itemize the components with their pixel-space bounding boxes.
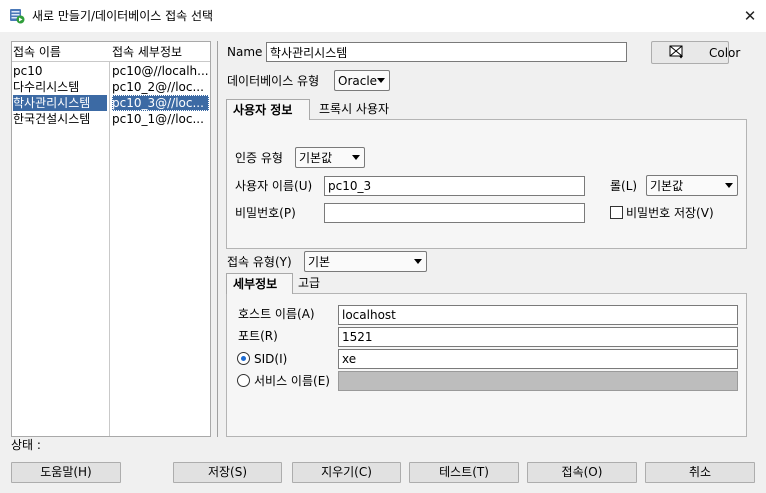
connection-list[interactable]: 접속 이름 접속 세부정보 pc10 pc10@//localh... 다수리시스템…	[11, 41, 211, 437]
help-button[interactable]: 도움말(H)	[11, 462, 121, 483]
password-label: 비밀번호(P)	[235, 206, 296, 220]
db-type-label: 데이터베이스 유형	[227, 74, 320, 88]
role-select[interactable]: 기본값	[646, 175, 738, 196]
column-header-name[interactable]: 접속 이름	[13, 44, 61, 60]
chevron-down-icon	[352, 155, 360, 160]
host-input[interactable]	[338, 305, 738, 325]
connection-name[interactable]: 학사관리시스템	[13, 95, 107, 111]
sid-radio[interactable]	[237, 352, 250, 365]
service-name-input	[338, 371, 738, 391]
auth-type-label: 인증 유형	[235, 151, 283, 165]
cancel-button[interactable]: 취소	[645, 462, 755, 483]
list-item[interactable]: pc10 pc10@//localh...	[12, 63, 210, 79]
connection-name[interactable]: 다수리시스템	[13, 79, 107, 95]
connection-type-select[interactable]: 기본	[304, 251, 427, 272]
connection-details[interactable]: pc10@//localh...	[112, 63, 209, 79]
connection-details[interactable]: pc10_1@//loc...	[112, 111, 209, 127]
connection-type-label: 접속 유형(Y)	[227, 255, 292, 269]
tab-details[interactable]: 세부정보	[226, 273, 293, 294]
test-button[interactable]: 테스트(T)	[409, 462, 519, 483]
service-name-label[interactable]: 서비스 이름(E)	[254, 373, 330, 389]
host-label: 호스트 이름(A)	[238, 307, 315, 321]
tab-proxy-user[interactable]: 프록시 사용자	[313, 99, 395, 121]
db-type-select[interactable]: Oracle	[334, 70, 390, 91]
column-header-details[interactable]: 접속 세부정보	[112, 44, 182, 60]
window-title: 새로 만들기/데이터베이스 접속 선택	[32, 9, 214, 23]
list-item[interactable]: 한국건설시스템 pc10_1@//loc...	[12, 111, 210, 127]
connect-button[interactable]: 접속(O)	[527, 462, 637, 483]
chevron-down-icon	[725, 183, 733, 188]
sql-developer-connection-icon	[10, 9, 25, 24]
save-password-label[interactable]: 비밀번호 저장(V)	[626, 205, 714, 221]
service-name-radio[interactable]	[237, 374, 250, 387]
sid-input[interactable]	[338, 349, 738, 369]
port-label: 포트(R)	[238, 329, 278, 343]
chevron-down-icon	[414, 259, 422, 264]
color-picker-icon[interactable]	[669, 45, 685, 59]
sid-label[interactable]: SID(I)	[254, 351, 287, 367]
role-label: 롤(L)	[610, 179, 638, 193]
auth-type-value: 기본값	[299, 151, 333, 165]
color-label: Color	[709, 46, 741, 60]
name-input[interactable]	[266, 42, 627, 62]
username-label: 사용자 이름(U)	[235, 179, 313, 193]
chevron-down-icon	[377, 78, 385, 83]
name-label: Name	[227, 45, 263, 59]
status-label: 상태 :	[11, 438, 41, 452]
connection-type-value: 기본	[308, 255, 331, 269]
tab-user-info[interactable]: 사용자 정보	[226, 99, 310, 120]
auth-type-select[interactable]: 기본값	[295, 147, 365, 168]
connection-details[interactable]: pc10_2@//loc...	[112, 79, 209, 95]
username-input[interactable]	[324, 176, 585, 196]
tab-advanced[interactable]: 고급	[292, 273, 326, 295]
clear-button[interactable]: 지우기(C)	[292, 462, 401, 483]
save-button[interactable]: 저장(S)	[173, 462, 282, 483]
split-divider[interactable]	[217, 41, 218, 437]
port-input[interactable]	[338, 327, 738, 347]
db-type-value: Oracle	[338, 74, 378, 88]
save-password-checkbox[interactable]	[610, 206, 623, 219]
connection-name[interactable]: 한국건설시스템	[13, 111, 107, 127]
close-icon[interactable]: ✕	[737, 3, 763, 29]
connection-name[interactable]: pc10	[13, 63, 107, 79]
list-item[interactable]: 학사관리시스템 pc10_3@//loc...	[12, 95, 210, 111]
connection-list-header: 접속 이름 접속 세부정보	[12, 42, 210, 62]
list-item[interactable]: 다수리시스템 pc10_2@//loc...	[12, 79, 210, 95]
role-value: 기본값	[650, 179, 684, 193]
connection-details[interactable]: pc10_3@//loc...	[112, 95, 209, 111]
password-input[interactable]	[324, 203, 585, 223]
